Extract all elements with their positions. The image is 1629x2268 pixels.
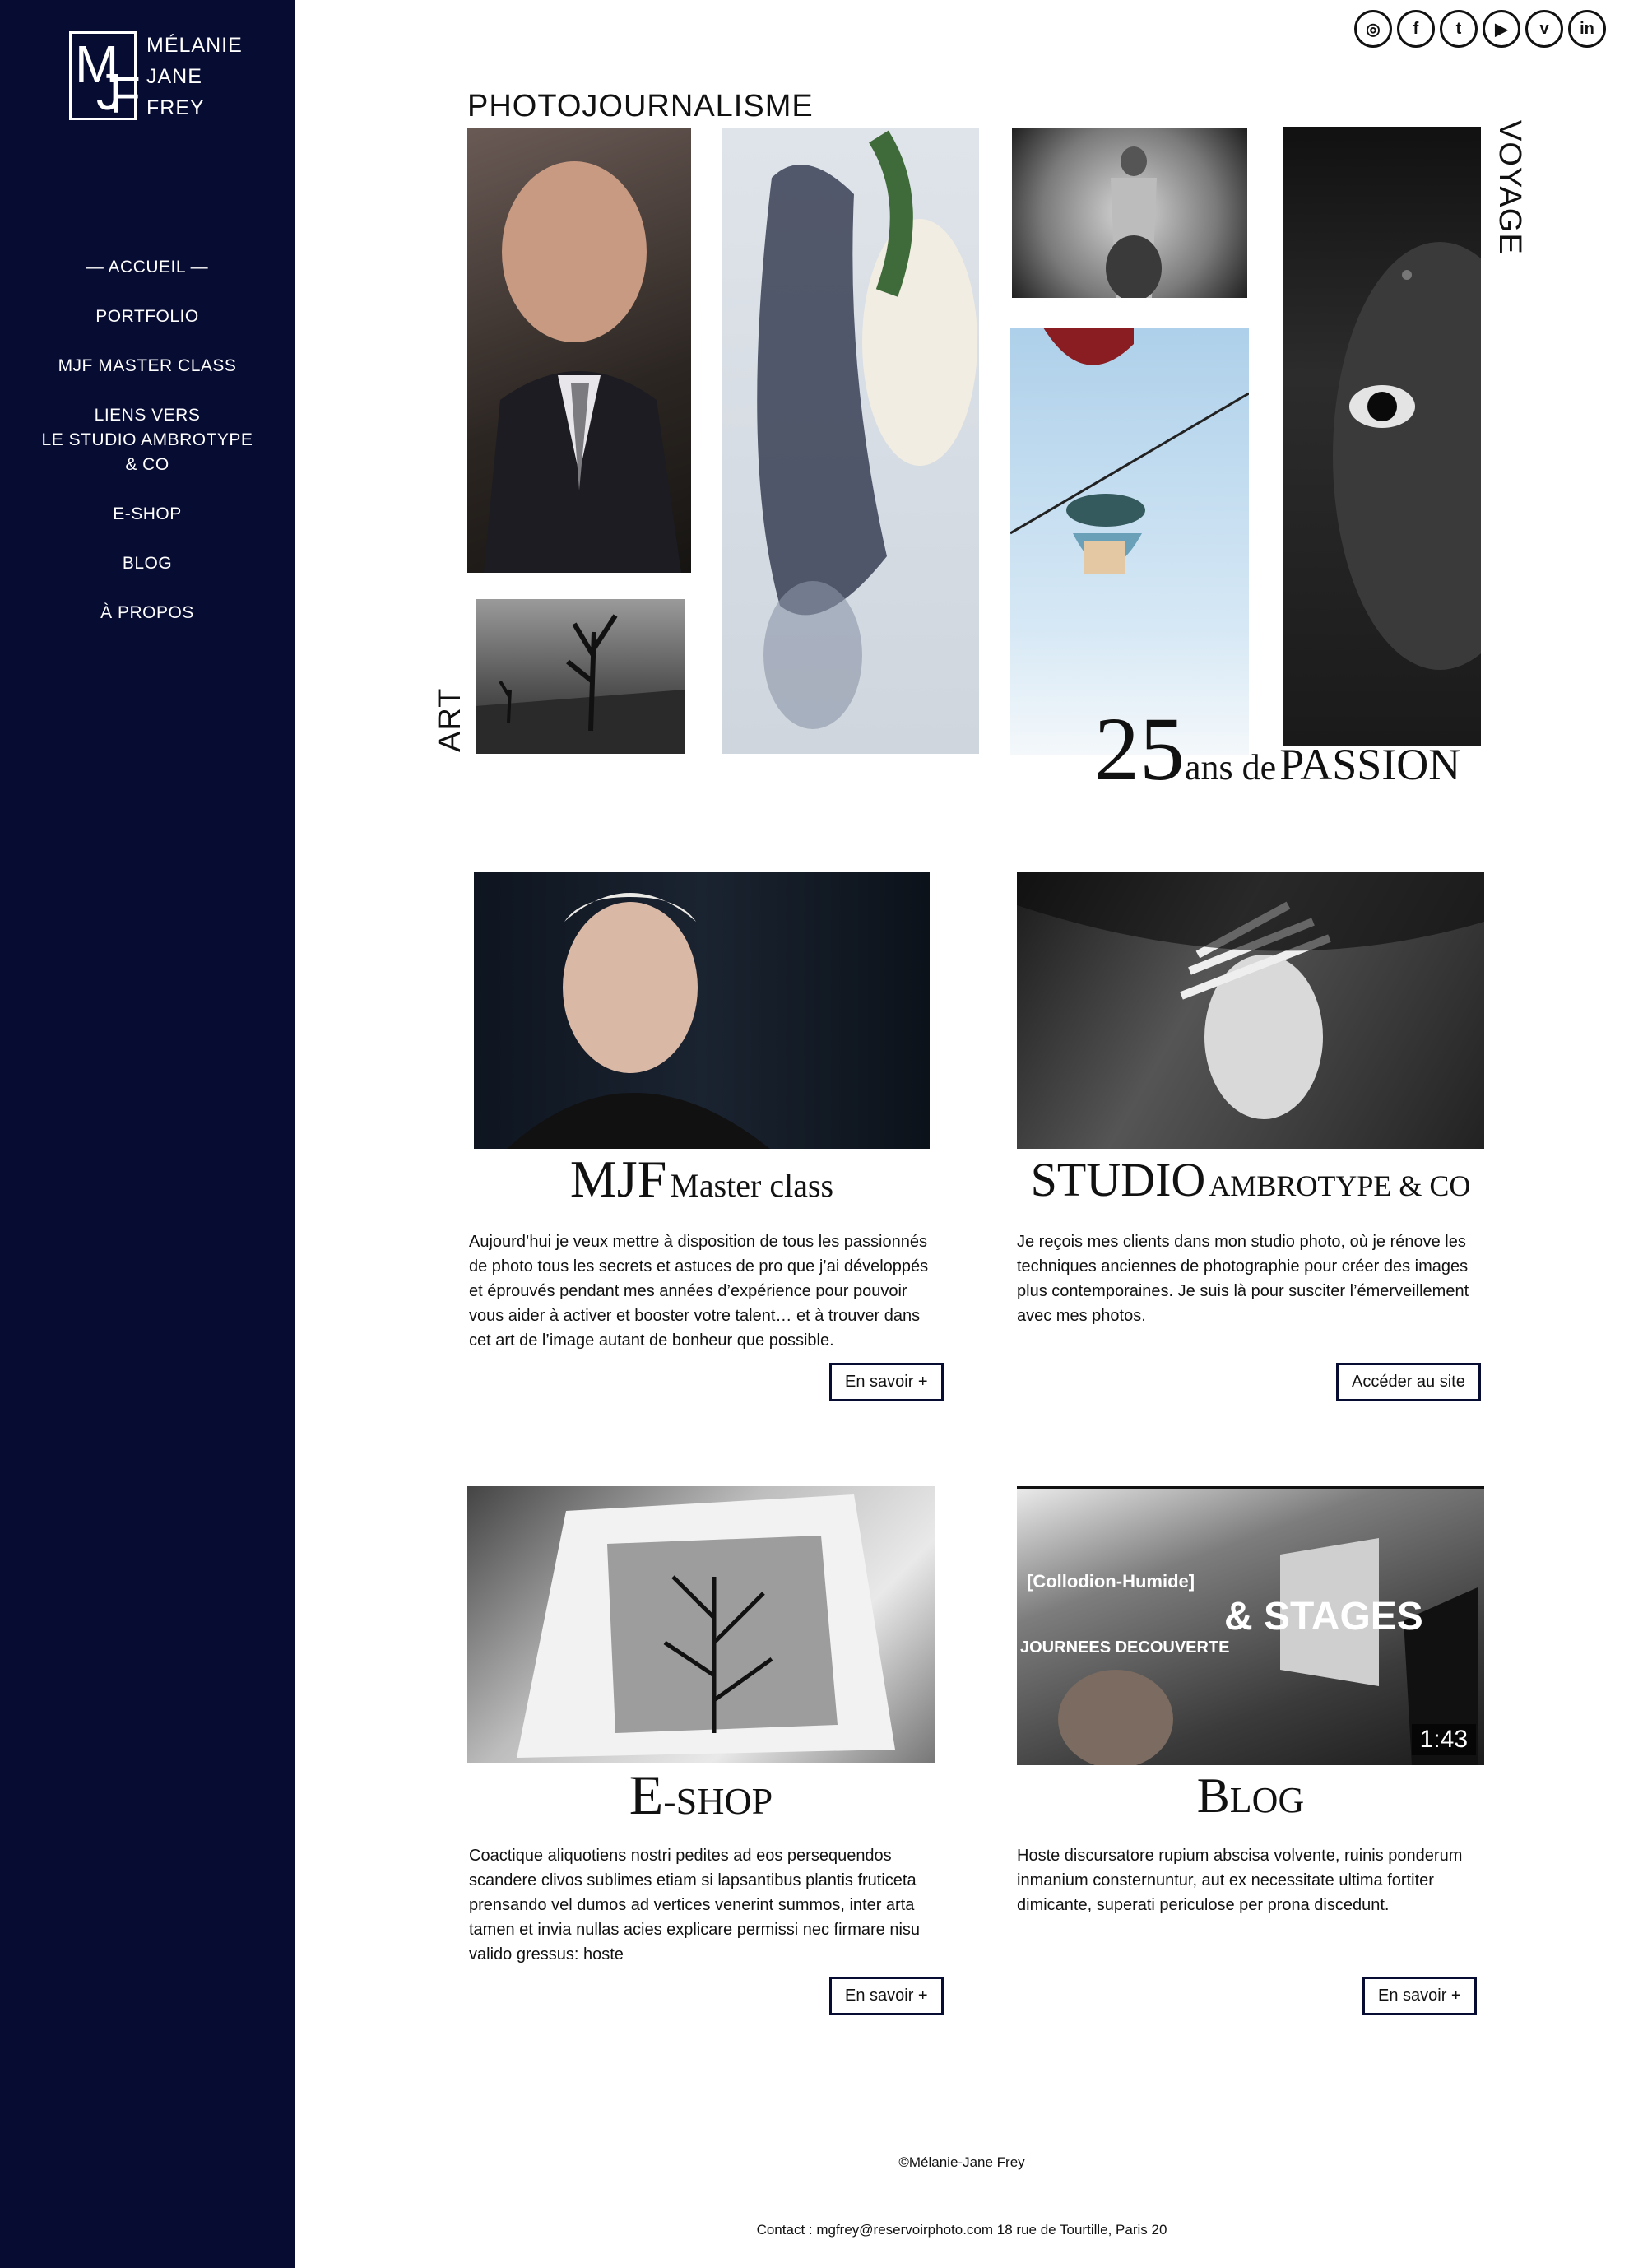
photo-art-joshua-tree[interactable] bbox=[476, 599, 685, 754]
eshop-text: Coactique aliquotiens nostri pedites ad … bbox=[469, 1847, 921, 1964]
blog-title-big: B bbox=[1196, 1768, 1230, 1823]
social-links: ◎ f t ▶ v in bbox=[1354, 10, 1606, 48]
logo-monogram: M J F bbox=[69, 31, 141, 124]
passion-word: PASSION bbox=[1279, 740, 1461, 789]
nav-item-eshop[interactable]: E-SHOP bbox=[0, 502, 295, 527]
logo[interactable]: M J F MÉLANIE JANE FREY bbox=[69, 31, 283, 130]
masterclass-image[interactable] bbox=[474, 872, 930, 1149]
logo-line-1: MÉLANIE bbox=[146, 34, 243, 57]
studio-title-big: STUDIO bbox=[1030, 1153, 1206, 1206]
blog-title: BLOG bbox=[1017, 1768, 1484, 1824]
facebook-icon[interactable]: f bbox=[1397, 10, 1435, 48]
photo-art-flowers[interactable] bbox=[722, 128, 979, 754]
label-art[interactable]: ART bbox=[433, 688, 468, 752]
nav-item-studio-line-1: LIENS VERS bbox=[94, 406, 201, 425]
footer-contact[interactable]: Contact : mgfrey@reservoirphoto.com 18 r… bbox=[295, 2222, 1629, 2238]
masterclass-text: Aujourd’hui je veux mettre à disposition… bbox=[469, 1233, 929, 1350]
nav-item-studio-line-2: LE STUDIO AMBROTYPE bbox=[41, 430, 253, 449]
eshop-title-small: -SHOP bbox=[663, 1780, 773, 1822]
photo-voyage-cable-car[interactable] bbox=[1010, 328, 1249, 755]
sidebar: M J F MÉLANIE JANE FREY — ACCUEIL — PORT… bbox=[0, 0, 295, 2268]
studio-text: Je reçois mes clients dans mon studio ph… bbox=[1017, 1233, 1469, 1325]
passion-middle: ans de bbox=[1185, 747, 1277, 788]
logo-line-3: FREY bbox=[146, 96, 205, 119]
nav-item-a-propos[interactable]: À PROPOS bbox=[0, 601, 295, 625]
eshop-title: E-SHOP bbox=[467, 1763, 935, 1828]
twitter-icon[interactable]: t bbox=[1440, 10, 1478, 48]
blog-text: Hoste discursatore rupium abscisa volven… bbox=[1017, 1847, 1463, 1914]
photo-photojournalism-portrait[interactable] bbox=[467, 128, 691, 573]
photo-voyage-child[interactable] bbox=[1283, 127, 1481, 746]
studio-button[interactable]: Accéder au site bbox=[1336, 1363, 1481, 1401]
studio-title: STUDIO AMBROTYPE & CO bbox=[1010, 1152, 1491, 1207]
masterclass-title-big: MJF bbox=[569, 1150, 667, 1208]
linkedin-icon[interactable]: in bbox=[1568, 10, 1606, 48]
logo-wordmark: MÉLANIE JANE FREY bbox=[146, 30, 243, 123]
blog-video-headline: & STAGES bbox=[1224, 1595, 1423, 1638]
studio-title-small: AMBROTYPE & CO bbox=[1209, 1169, 1471, 1202]
label-photojournalisme[interactable]: PHOTOJOURNALISME bbox=[467, 89, 814, 124]
label-voyage[interactable]: VOYAGE bbox=[1492, 120, 1527, 255]
logo-line-2: JANE bbox=[146, 65, 202, 88]
main-nav: — ACCUEIL — PORTFOLIO MJF MASTER CLASS L… bbox=[0, 255, 295, 650]
masterclass-button[interactable]: En savoir + bbox=[829, 1363, 944, 1401]
youtube-icon[interactable]: ▶ bbox=[1483, 10, 1520, 48]
eshop-button[interactable]: En savoir + bbox=[829, 1977, 944, 2015]
eshop-image[interactable] bbox=[467, 1486, 935, 1763]
blog-video[interactable]: [Collodion-Humide] & STAGES JOURNEES DEC… bbox=[1017, 1486, 1484, 1765]
blog-video-duration: 1:43 bbox=[1411, 1724, 1476, 1755]
blog-video-subline: JOURNEES DECOUVERTE bbox=[1020, 1638, 1230, 1657]
passion-number: 25 bbox=[1094, 699, 1185, 799]
blog-title-small: LOG bbox=[1229, 1780, 1305, 1820]
nav-item-accueil[interactable]: — ACCUEIL — bbox=[0, 255, 295, 280]
studio-image[interactable] bbox=[1017, 872, 1484, 1149]
photo-art-violin[interactable] bbox=[1012, 128, 1247, 298]
masterclass-title-small: Master class bbox=[670, 1167, 834, 1204]
nav-item-blog[interactable]: BLOG bbox=[0, 551, 295, 576]
blog-video-tag: [Collodion-Humide] bbox=[1027, 1571, 1195, 1592]
nav-item-portfolio[interactable]: PORTFOLIO bbox=[0, 304, 295, 329]
nav-item-master-class[interactable]: MJF MASTER CLASS bbox=[0, 354, 295, 379]
nav-item-studio-line-3: & CO bbox=[125, 455, 169, 474]
blog-button[interactable]: En savoir + bbox=[1362, 1977, 1477, 2015]
footer-copyright: ©Mélanie-Jane Frey bbox=[898, 2154, 1025, 2170]
vimeo-icon[interactable]: v bbox=[1525, 10, 1563, 48]
eshop-title-big: E bbox=[629, 1764, 664, 1826]
passion-tagline: 25ans de PASSION bbox=[1094, 704, 1461, 794]
nav-item-studio-ambrotype[interactable]: LIENS VERS LE STUDIO AMBROTYPE & CO bbox=[0, 403, 295, 477]
masterclass-title: MJF Master class bbox=[474, 1149, 930, 1210]
instagram-icon[interactable]: ◎ bbox=[1354, 10, 1392, 48]
